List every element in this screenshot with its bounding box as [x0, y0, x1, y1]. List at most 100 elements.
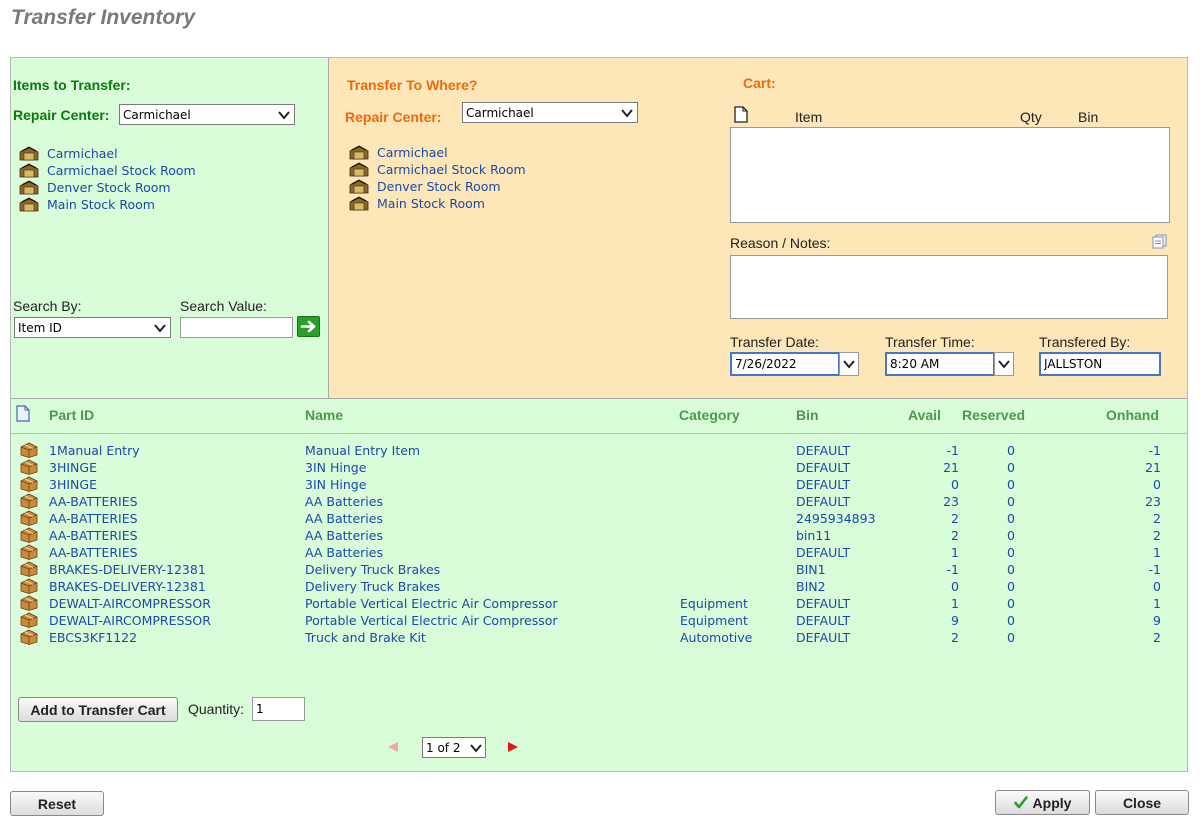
- cell-name[interactable]: Delivery Truck Brakes: [305, 579, 440, 594]
- new-document-icon[interactable]: [16, 405, 31, 422]
- source-location-item[interactable]: Carmichael Stock Room: [19, 162, 196, 179]
- dest-repair-center-select[interactable]: Carmichael: [462, 102, 638, 123]
- pager-next-icon[interactable]: [508, 742, 518, 752]
- cell-bin: BIN2: [796, 579, 826, 594]
- cell-name[interactable]: 3IN Hinge: [305, 460, 366, 475]
- table-row[interactable]: BRAKES-DELIVERY-12381 Delivery Truck Brak…: [11, 561, 1187, 579]
- col-header-category[interactable]: Category: [679, 407, 740, 423]
- reset-button[interactable]: Reset: [10, 791, 104, 816]
- cell-name[interactable]: AA Batteries: [305, 545, 383, 560]
- cell-part-id[interactable]: AA-BATTERIES: [49, 545, 138, 560]
- page-select[interactable]: 1 of 2: [422, 737, 486, 758]
- cell-part-id[interactable]: 1Manual Entry: [49, 443, 140, 458]
- cell-name[interactable]: Manual Entry Item: [305, 443, 420, 458]
- cell-part-id[interactable]: DEWALT-AIRCOMPRESSOR: [49, 596, 211, 611]
- search-value-input[interactable]: [180, 317, 293, 338]
- location-label[interactable]: Carmichael Stock Room: [377, 162, 526, 177]
- source-location-item[interactable]: Carmichael: [19, 145, 196, 162]
- close-button[interactable]: Close: [1095, 790, 1189, 815]
- reason-notes-textarea[interactable]: [730, 255, 1168, 319]
- cell-part-id[interactable]: 3HINGE: [49, 477, 97, 492]
- location-label[interactable]: Carmichael Stock Room: [47, 163, 196, 178]
- table-row[interactable]: BRAKES-DELIVERY-12381 Delivery Truck Brak…: [11, 578, 1187, 596]
- pager-previous-icon[interactable]: [388, 742, 398, 752]
- table-row[interactable]: 3HINGE 3IN Hinge DEFAULT 0 0 0: [11, 476, 1187, 494]
- cell-bin: BIN1: [796, 562, 826, 577]
- table-row[interactable]: DEWALT-AIRCOMPRESSOR Portable Vertical El…: [11, 595, 1187, 613]
- cell-name[interactable]: Delivery Truck Brakes: [305, 562, 440, 577]
- page-dropdown[interactable]: 1 of 2: [422, 737, 486, 758]
- col-header-bin[interactable]: Bin: [796, 407, 819, 423]
- location-label[interactable]: Carmichael: [377, 145, 448, 160]
- table-row[interactable]: 1Manual Entry Manual Entry Item DEFAULT -1 0…: [11, 442, 1187, 460]
- source-location-item[interactable]: Main Stock Room: [19, 196, 196, 213]
- transferred-by-input[interactable]: [1039, 352, 1161, 376]
- dest-location-item[interactable]: Denver Stock Room: [349, 178, 526, 195]
- cell-name[interactable]: Portable Vertical Electric Air Compresso…: [305, 596, 558, 611]
- cell-part-id[interactable]: EBCS3KF1122: [49, 630, 137, 645]
- table-row[interactable]: AA-BATTERIES AA Batteries 2495934893 2 0 2: [11, 510, 1187, 528]
- apply-button[interactable]: Apply: [995, 790, 1090, 815]
- cell-part-id[interactable]: 3HINGE: [49, 460, 97, 475]
- cell-reserved: 0: [1007, 545, 1015, 560]
- transfer-date-input[interactable]: [730, 352, 840, 376]
- dest-repair-center-dropdown[interactable]: Carmichael: [462, 102, 638, 123]
- cell-name[interactable]: AA Batteries: [305, 528, 383, 543]
- dest-location-list: Carmichael Carmichael Stock Room Denver St…: [349, 144, 526, 212]
- location-label[interactable]: Main Stock Room: [47, 197, 155, 212]
- cell-name[interactable]: 3IN Hinge: [305, 477, 366, 492]
- table-row[interactable]: 3HINGE 3IN Hinge DEFAULT 21 0 21: [11, 459, 1187, 477]
- location-label[interactable]: Denver Stock Room: [47, 180, 171, 195]
- reason-notes-label: Reason / Notes:: [730, 235, 831, 251]
- cell-onhand: -1: [1148, 562, 1161, 577]
- col-header-onhand[interactable]: Onhand: [1106, 407, 1159, 423]
- parts-grid-body: 1Manual Entry Manual Entry Item DEFAULT -1 0…: [11, 442, 1187, 647]
- dest-location-item[interactable]: Carmichael: [349, 144, 526, 161]
- source-location-item[interactable]: Denver Stock Room: [19, 179, 196, 196]
- notes-icon[interactable]: [1151, 234, 1168, 249]
- table-row[interactable]: EBCS3KF1122 Truck and Brake Kit Automotive…: [11, 629, 1187, 647]
- transfer-time-input[interactable]: [885, 352, 995, 376]
- cell-name[interactable]: AA Batteries: [305, 511, 383, 526]
- location-label[interactable]: Denver Stock Room: [377, 179, 501, 194]
- cell-part-id[interactable]: BRAKES-DELIVERY-12381: [49, 562, 206, 577]
- dest-repair-center-label: Repair Center:: [345, 109, 442, 125]
- quantity-input[interactable]: [252, 697, 305, 721]
- table-row[interactable]: AA-BATTERIES AA Batteries DEFAULT 23 0 23: [11, 493, 1187, 511]
- location-label[interactable]: Carmichael: [47, 146, 118, 161]
- col-header-avail[interactable]: Avail: [908, 407, 941, 423]
- dest-location-item[interactable]: Main Stock Room: [349, 195, 526, 212]
- search-by-dropdown[interactable]: Item ID: [14, 317, 171, 338]
- cart-col-qty: Qty: [1020, 109, 1042, 125]
- col-header-reserved[interactable]: Reserved: [962, 407, 1025, 423]
- checkmark-icon: [1013, 796, 1028, 809]
- box-icon: [20, 442, 38, 458]
- cell-part-id[interactable]: BRAKES-DELIVERY-12381: [49, 579, 206, 594]
- dest-location-item[interactable]: Carmichael Stock Room: [349, 161, 526, 178]
- search-go-button[interactable]: [297, 316, 320, 337]
- col-header-part-id[interactable]: Part ID: [49, 407, 94, 423]
- transfer-time-dropdown-button[interactable]: [994, 352, 1014, 376]
- cell-onhand: 1: [1153, 545, 1161, 560]
- cell-name[interactable]: Portable Vertical Electric Air Compresso…: [305, 613, 558, 628]
- add-to-transfer-cart-button[interactable]: Add to Transfer Cart: [18, 697, 178, 722]
- new-document-icon[interactable]: [734, 106, 749, 123]
- table-row[interactable]: AA-BATTERIES AA Batteries DEFAULT 1 0 1: [11, 544, 1187, 562]
- cell-name[interactable]: Truck and Brake Kit: [305, 630, 426, 645]
- cart-list[interactable]: [730, 127, 1170, 223]
- cell-part-id[interactable]: AA-BATTERIES: [49, 511, 138, 526]
- cell-part-id[interactable]: AA-BATTERIES: [49, 494, 138, 509]
- transfer-date-dropdown-button[interactable]: [839, 352, 859, 376]
- search-by-select[interactable]: Item ID: [14, 317, 171, 338]
- location-label[interactable]: Main Stock Room: [377, 196, 485, 211]
- source-repair-center-dropdown[interactable]: Carmichael: [119, 104, 295, 125]
- table-row[interactable]: AA-BATTERIES AA Batteries bin11 2 0 2: [11, 527, 1187, 545]
- quantity-label: Quantity:: [188, 701, 245, 717]
- cell-part-id[interactable]: DEWALT-AIRCOMPRESSOR: [49, 613, 211, 628]
- chevron-down-icon: [998, 360, 1010, 369]
- source-repair-center-select[interactable]: Carmichael: [119, 104, 295, 125]
- table-row[interactable]: DEWALT-AIRCOMPRESSOR Portable Vertical El…: [11, 612, 1187, 630]
- col-header-name[interactable]: Name: [305, 407, 343, 423]
- cell-name[interactable]: AA Batteries: [305, 494, 383, 509]
- cell-part-id[interactable]: AA-BATTERIES: [49, 528, 138, 543]
